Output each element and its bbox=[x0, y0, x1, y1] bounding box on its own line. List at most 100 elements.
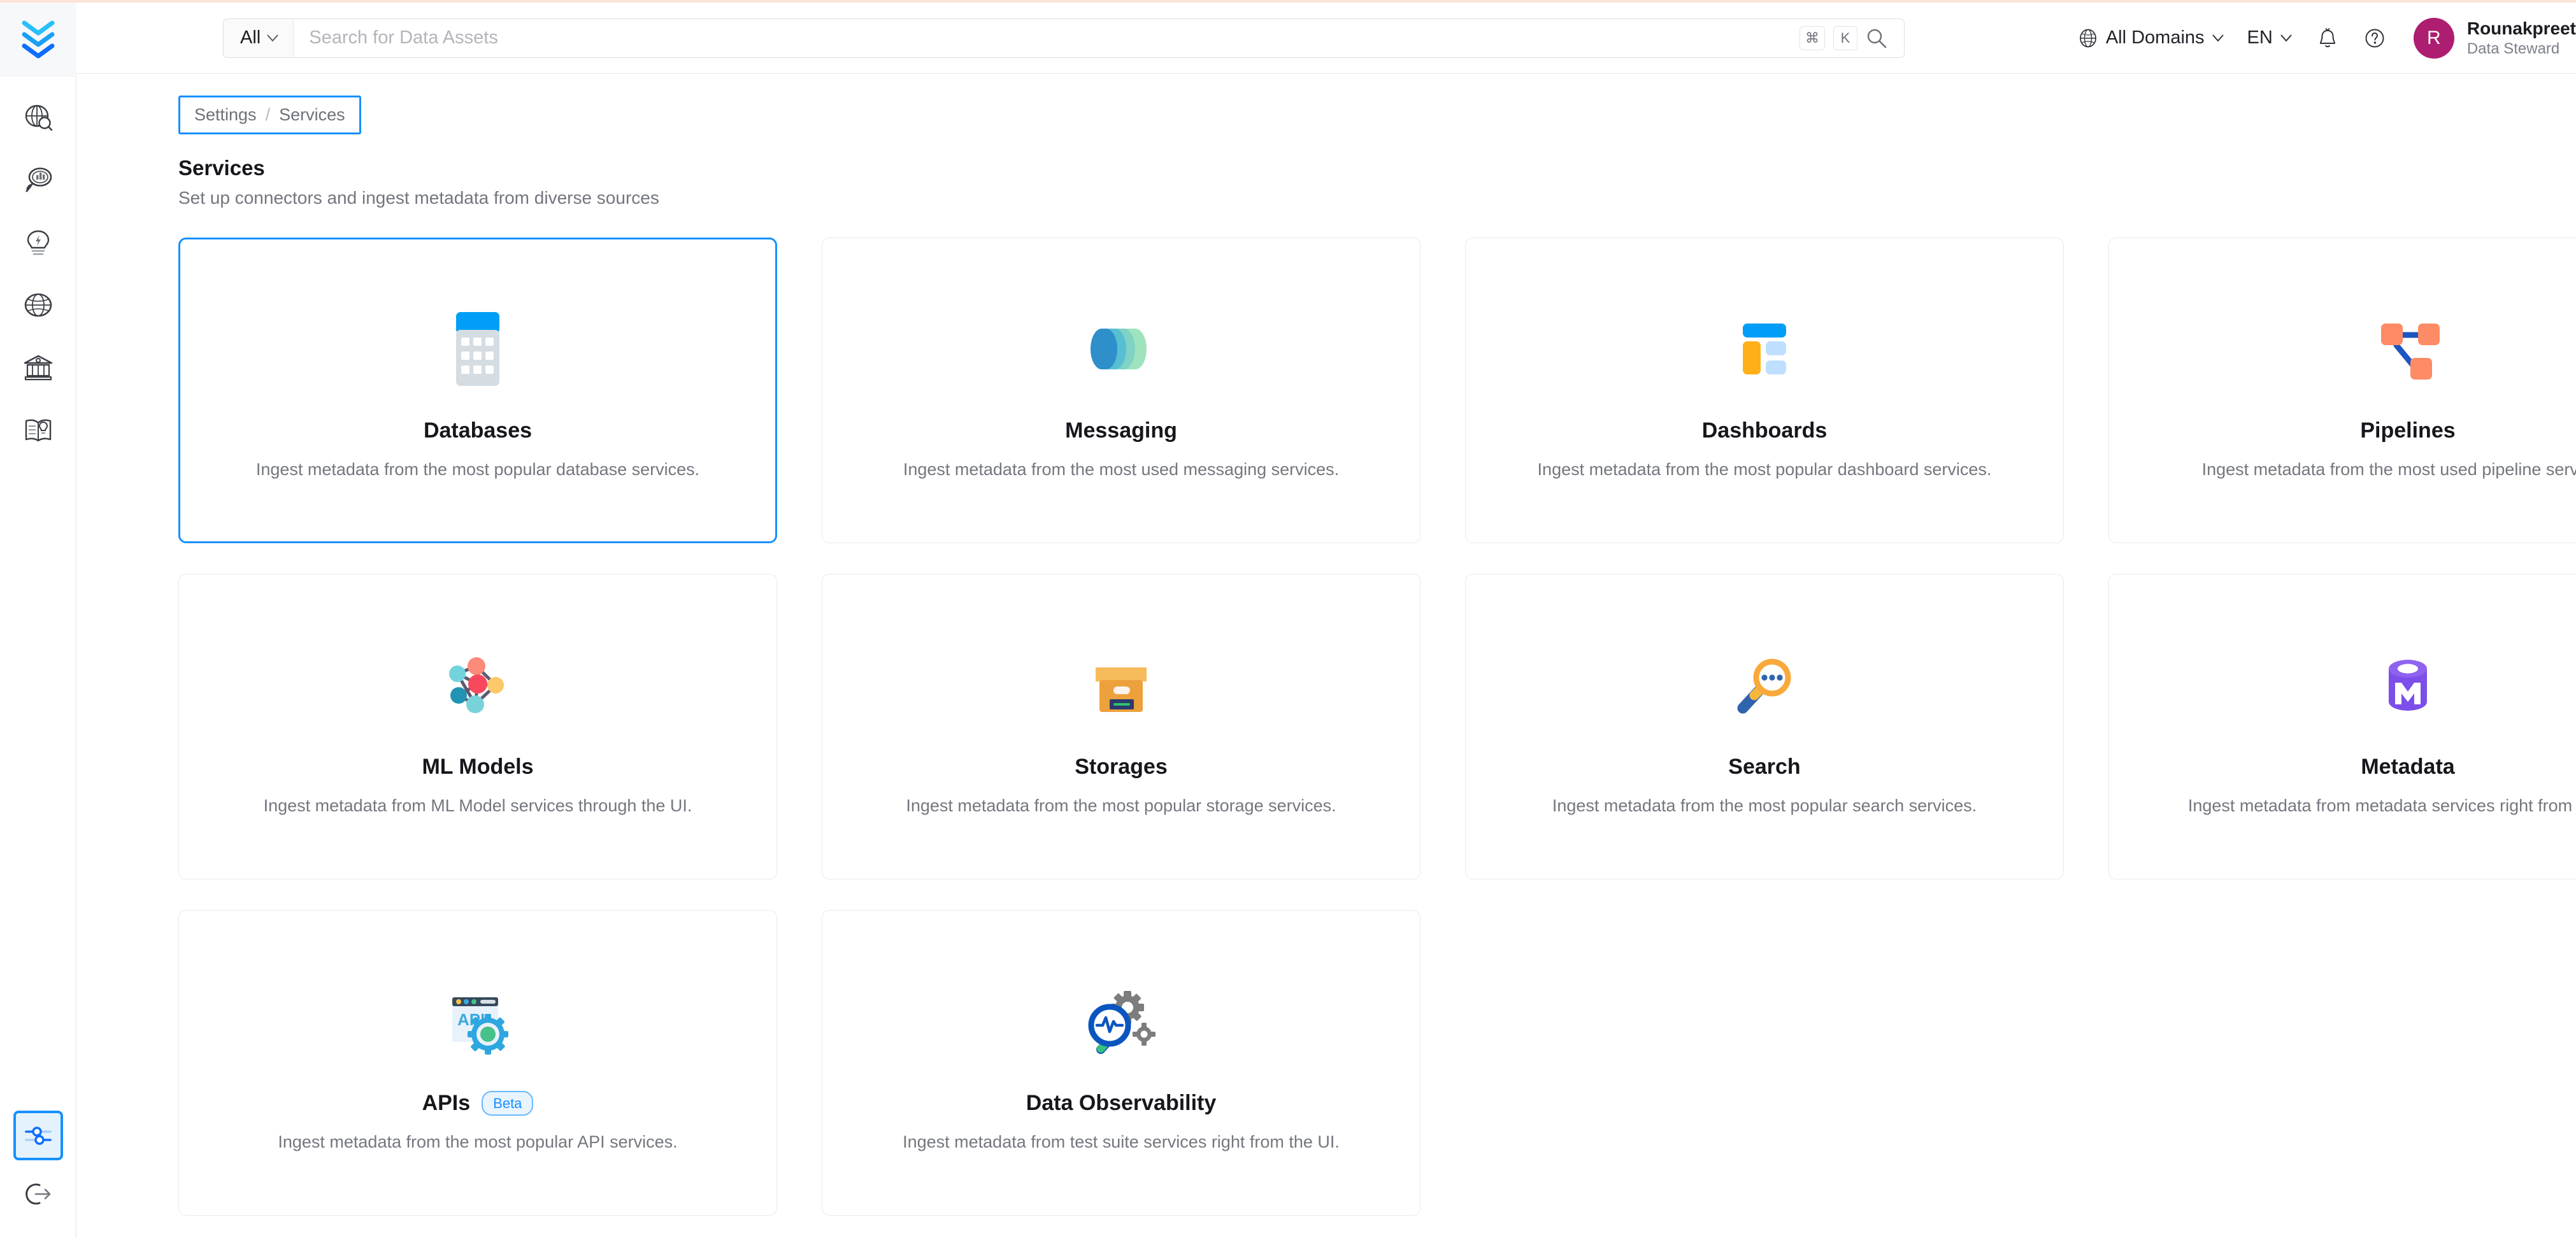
service-card-pipelines[interactable]: Pipelines Ingest metadata from the most … bbox=[2108, 238, 2576, 543]
breadcrumb-item-services[interactable]: Services bbox=[279, 105, 345, 125]
search-input[interactable] bbox=[294, 19, 1800, 57]
help-button[interactable] bbox=[2363, 26, 2387, 50]
card-description: Ingest metadata from the most popular se… bbox=[1552, 796, 1977, 816]
card-title-row: Metadata bbox=[2361, 755, 2454, 779]
sidebar-item-logout[interactable] bbox=[13, 1169, 63, 1219]
service-card-search[interactable]: Search Ingest metadata from the most pop… bbox=[1465, 574, 2064, 879]
card-description: Ingest metadata from the most used messa… bbox=[903, 460, 1339, 480]
card-title-row: Pipelines bbox=[2360, 418, 2455, 443]
service-card-messaging[interactable]: Messaging Ingest metadata from the most … bbox=[822, 238, 1420, 543]
search-icon[interactable] bbox=[1866, 27, 1887, 49]
page-title: Services bbox=[178, 156, 2576, 180]
card-description: Ingest metadata from metadata services r… bbox=[2188, 796, 2576, 816]
sidebar-item-insights[interactable] bbox=[13, 155, 63, 205]
card-title-row: ML Models bbox=[422, 755, 533, 779]
header-right-group: All Domains EN bbox=[2077, 18, 2576, 59]
dashboard-layout-icon bbox=[1724, 301, 1805, 397]
logout-arrow-icon bbox=[23, 1179, 54, 1209]
user-role: Data Steward bbox=[2467, 39, 2576, 58]
globe-search-icon bbox=[22, 102, 54, 134]
messaging-layers-icon bbox=[1080, 301, 1162, 397]
breadcrumb-item-settings[interactable]: Settings bbox=[194, 105, 257, 125]
card-title-row: Dashboards bbox=[1702, 418, 1828, 443]
storage-box-icon bbox=[1080, 637, 1162, 733]
notifications-button[interactable] bbox=[2315, 26, 2340, 50]
card-description: Ingest metadata from ML Model services t… bbox=[264, 796, 692, 816]
app-logo[interactable] bbox=[0, 3, 76, 76]
card-title: APIs bbox=[422, 1091, 471, 1116]
sliders-icon bbox=[23, 1120, 54, 1151]
sidebar-item-governance[interactable] bbox=[13, 343, 63, 392]
api-gear-icon: API bbox=[436, 974, 520, 1069]
service-card-storages[interactable]: Storages Ingest metadata from the most p… bbox=[822, 574, 1420, 879]
sidebar-item-explore[interactable] bbox=[13, 93, 63, 143]
globe-icon bbox=[22, 289, 54, 321]
user-info: Rounakpreet Data Steward bbox=[2467, 18, 2576, 58]
main-column: All ⌘ K bbox=[76, 3, 2576, 1238]
avatar: R bbox=[2414, 18, 2454, 59]
keycap-command[interactable]: ⌘ bbox=[1800, 26, 1825, 50]
domain-selector[interactable]: All Domains bbox=[2077, 27, 2224, 49]
rail-bottom-group bbox=[13, 1111, 63, 1238]
card-title-row: APIs Beta bbox=[422, 1091, 534, 1116]
sidebar-item-domains[interactable] bbox=[13, 280, 63, 330]
card-title: ML Models bbox=[422, 755, 533, 779]
services-grid: Databases Ingest metadata from the most … bbox=[178, 238, 2576, 1216]
search-glass-icon bbox=[1866, 27, 1887, 49]
card-title: Data Observability bbox=[1026, 1091, 1217, 1116]
card-title: Storages bbox=[1075, 755, 1168, 779]
card-title: Pipelines bbox=[2360, 418, 2455, 443]
rail-top-group bbox=[13, 76, 63, 455]
page-content: Settings / Services Services Set up conn… bbox=[76, 74, 2576, 1238]
open-book-icon bbox=[22, 414, 54, 446]
card-title-row: Databases bbox=[424, 418, 532, 443]
card-title: Search bbox=[1728, 755, 1800, 779]
top-header: All ⌘ K bbox=[76, 3, 2576, 74]
keycap-k[interactable]: K bbox=[1833, 26, 1857, 50]
lightbulb-bolt-icon bbox=[22, 227, 54, 259]
card-title: Messaging bbox=[1065, 418, 1177, 443]
global-search-bar[interactable]: All ⌘ K bbox=[223, 18, 1905, 58]
service-card-databases[interactable]: Databases Ingest metadata from the most … bbox=[178, 238, 777, 543]
service-card-metadata[interactable]: Metadata Ingest metadata from metadata s… bbox=[2108, 574, 2576, 879]
breadcrumb: Settings / Services bbox=[178, 96, 361, 134]
app-shell: All ⌘ K bbox=[0, 3, 2576, 1238]
breadcrumb-separator: / bbox=[266, 105, 271, 125]
search-shortcuts: ⌘ K bbox=[1800, 26, 1904, 50]
search-scope-label: All bbox=[240, 27, 261, 48]
card-title-row: Messaging bbox=[1065, 418, 1177, 443]
page-subtitle: Set up connectors and ingest metadata fr… bbox=[178, 188, 2576, 208]
card-description: Ingest metadata from the most popular st… bbox=[906, 796, 1336, 816]
card-description: Ingest metadata from the most popular da… bbox=[256, 460, 699, 480]
pipeline-nodes-icon bbox=[2366, 301, 2450, 397]
search-dots-icon bbox=[1722, 637, 1807, 733]
service-card-data-observability[interactable]: Data Observability Ingest metadata from … bbox=[822, 910, 1420, 1216]
chevron-down-icon bbox=[2212, 34, 2224, 42]
card-description: Ingest metadata from the most popular AP… bbox=[278, 1132, 677, 1152]
sidebar-item-settings[interactable] bbox=[13, 1111, 63, 1160]
search-scope-dropdown[interactable]: All bbox=[224, 19, 294, 57]
service-card-dashboards[interactable]: Dashboards Ingest metadata from the most… bbox=[1465, 238, 2064, 543]
bank-icon bbox=[22, 352, 54, 383]
sidebar-item-glossary[interactable] bbox=[13, 405, 63, 455]
card-description: Ingest metadata from the most popular da… bbox=[1538, 460, 1992, 480]
domain-selector-label: All Domains bbox=[2106, 27, 2205, 48]
openmetadata-logo-icon bbox=[20, 20, 56, 59]
service-card-ml-models[interactable]: ML Models Ingest metadata from ML Model … bbox=[178, 574, 777, 879]
globe-icon bbox=[2077, 27, 2099, 49]
user-menu[interactable]: R Rounakpreet Data Steward bbox=[2410, 18, 2576, 59]
language-selector[interactable]: EN bbox=[2247, 27, 2293, 48]
help-circle-icon bbox=[2363, 26, 2387, 50]
observability-pulse-icon bbox=[1079, 974, 1163, 1069]
user-name: Rounakpreet bbox=[2467, 18, 2576, 39]
card-title-row: Storages bbox=[1075, 755, 1168, 779]
chevron-down-icon bbox=[2280, 34, 2293, 42]
sidebar-item-insights-lightbulb[interactable] bbox=[13, 218, 63, 267]
card-title: Dashboards bbox=[1702, 418, 1828, 443]
bell-icon bbox=[2315, 26, 2340, 50]
magnifier-chart-icon bbox=[22, 164, 54, 196]
metadata-cylinder-icon bbox=[2367, 637, 2449, 733]
left-nav-rail bbox=[0, 3, 76, 1238]
card-title-row: Data Observability bbox=[1026, 1091, 1217, 1116]
service-card-apis[interactable]: API bbox=[178, 910, 777, 1216]
